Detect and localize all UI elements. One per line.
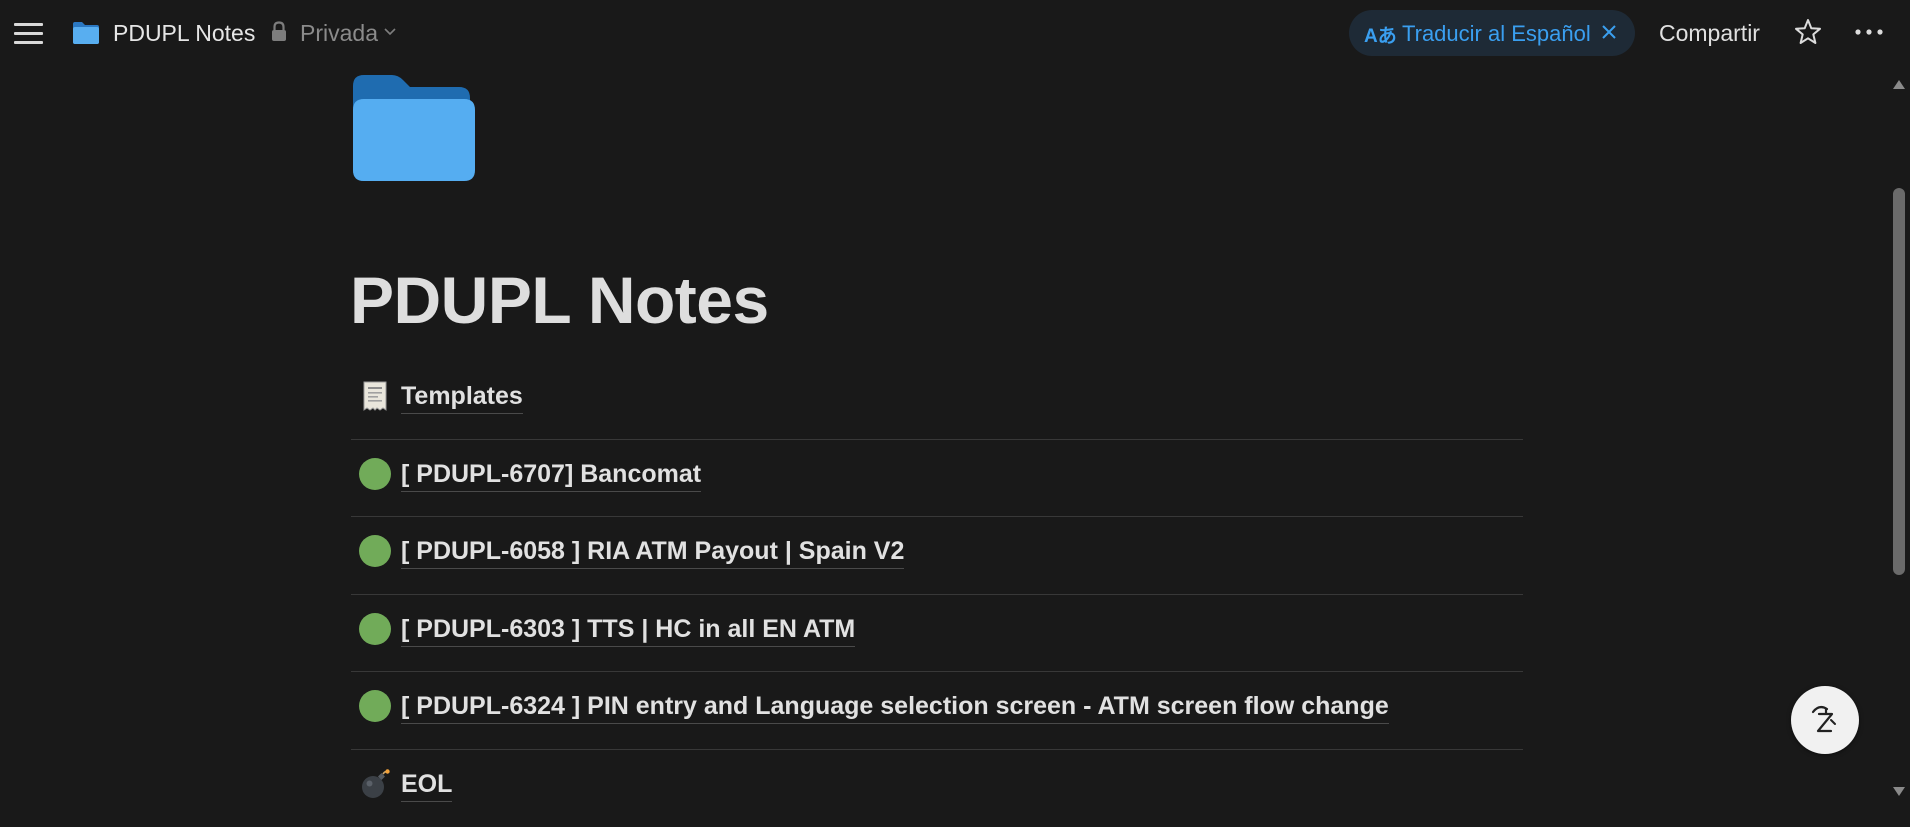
folder-icon[interactable]	[71, 21, 101, 46]
green-circle-icon	[359, 690, 391, 722]
page-folder-icon[interactable]	[352, 74, 476, 182]
bomb-icon	[359, 768, 391, 800]
more-horizontal-icon[interactable]	[1853, 20, 1885, 44]
list-item-label[interactable]: EOL	[401, 770, 452, 802]
privacy-label[interactable]: Privada	[300, 20, 378, 47]
chevron-down-icon[interactable]	[383, 27, 397, 37]
ai-assistant-button[interactable]	[1791, 686, 1859, 754]
list-item[interactable]: EOL	[351, 750, 1523, 827]
scrollbar-thumb[interactable]	[1893, 188, 1905, 575]
green-circle-icon	[359, 535, 391, 567]
star-icon[interactable]	[1793, 17, 1823, 47]
list-item[interactable]: [ PDUPL-6324 ] PIN entry and Language se…	[351, 672, 1523, 750]
green-circle-icon	[359, 458, 391, 490]
green-circle-icon	[359, 613, 391, 645]
share-button[interactable]: Compartir	[1659, 20, 1760, 47]
scroll-up-arrow-icon[interactable]	[1892, 78, 1906, 90]
translate-label: Traducir al Español	[1402, 21, 1591, 47]
subpage-list: Templates [ PDUPL-6707] Bancomat [ PDUPL…	[351, 362, 1523, 827]
top-bar: PDUPL Notes Privada Aあ Traducir al Españ…	[0, 0, 1910, 67]
close-icon[interactable]	[1601, 24, 1617, 40]
translate-button[interactable]: Aあ Traducir al Español	[1349, 10, 1635, 56]
list-item-label[interactable]: [ PDUPL-6303 ] TTS | HC in all EN ATM	[401, 615, 855, 647]
list-item-label[interactable]: [ PDUPL-6058 ] RIA ATM Payout | Spain V2	[401, 537, 904, 569]
list-item[interactable]: [ PDUPL-6707] Bancomat	[351, 440, 1523, 518]
translate-icon: Aあ	[1364, 21, 1397, 48]
list-item-label[interactable]: [ PDUPL-6324 ] PIN entry and Language se…	[401, 692, 1389, 724]
list-item[interactable]: Templates	[351, 362, 1523, 440]
list-item[interactable]: [ PDUPL-6058 ] RIA ATM Payout | Spain V2	[351, 517, 1523, 595]
list-item-label[interactable]: Templates	[401, 382, 523, 414]
list-item-label[interactable]: [ PDUPL-6707] Bancomat	[401, 460, 701, 492]
page-title[interactable]: PDUPL Notes	[350, 262, 769, 338]
receipt-icon	[359, 380, 391, 412]
hamburger-menu-icon[interactable]	[14, 21, 44, 45]
breadcrumb-title[interactable]: PDUPL Notes	[113, 20, 255, 47]
scroll-down-arrow-icon[interactable]	[1892, 786, 1906, 798]
notion-ai-face-icon	[1805, 700, 1845, 740]
list-item[interactable]: [ PDUPL-6303 ] TTS | HC in all EN ATM	[351, 595, 1523, 673]
lock-icon	[270, 21, 288, 43]
